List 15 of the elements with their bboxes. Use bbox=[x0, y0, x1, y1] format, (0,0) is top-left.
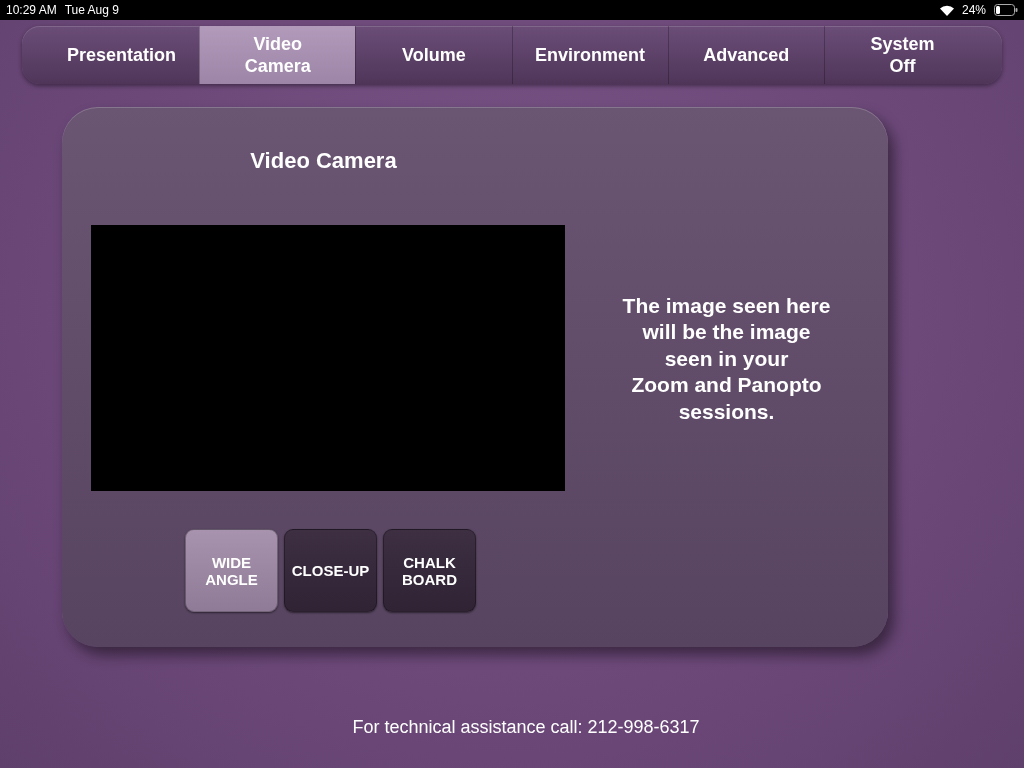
status-time: 10:29 AM bbox=[6, 3, 57, 17]
panel-title: Video Camera bbox=[249, 147, 398, 174]
battery-percent: 24% bbox=[961, 3, 986, 17]
nav-tab[interactable]: Advanced bbox=[667, 26, 824, 84]
status-date: Tue Aug 9 bbox=[64, 3, 119, 17]
nav-tab[interactable]: Volume bbox=[355, 26, 512, 84]
nav-tab[interactable]: Presentation bbox=[44, 26, 200, 84]
wifi-icon bbox=[939, 4, 954, 16]
camera-preset-button[interactable]: CHALK BOARD bbox=[383, 529, 476, 612]
info-text: The image seen here will be the image seen in your Zoom and Panopto sessions. bbox=[621, 292, 832, 425]
camera-preset-button[interactable]: CLOSE-UP bbox=[284, 529, 377, 612]
nav-tab[interactable]: System Off bbox=[823, 26, 981, 84]
battery-icon bbox=[994, 4, 1018, 16]
nav-tab[interactable]: Environment bbox=[511, 26, 668, 84]
support-text: For technical assistance call: 212-998-6317 bbox=[352, 717, 700, 737]
